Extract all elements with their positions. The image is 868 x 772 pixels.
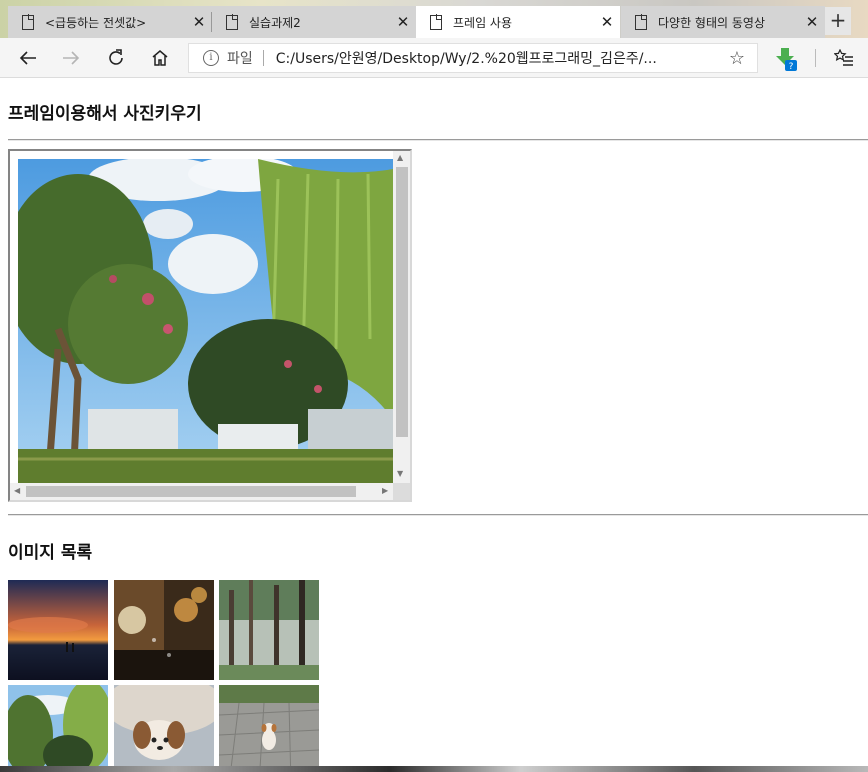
scroll-up-icon[interactable]: ▲ xyxy=(397,153,403,162)
tab-title: 다양한 형태의 동영상 xyxy=(658,15,765,30)
favorites-list-icon xyxy=(834,49,853,66)
address-bar[interactable]: i 파일 C:/Users/안원영/Desktop/Wy/2.%20웹프로그래밍… xyxy=(188,43,758,73)
thumbnail-rainy-window[interactable] xyxy=(114,580,214,680)
scroll-down-icon[interactable]: ▼ xyxy=(397,469,403,478)
back-button[interactable] xyxy=(8,38,48,78)
image-frame[interactable]: ▲ ▼ ◀ ▶ xyxy=(8,149,412,502)
toolbar-divider xyxy=(815,49,816,67)
scrollbar-corner xyxy=(393,483,410,500)
desktop-background-strip xyxy=(0,766,868,772)
close-icon[interactable]: ✕ xyxy=(594,13,620,31)
thumbnail-sunset[interactable] xyxy=(8,580,108,680)
frame-heading: 프레임이용해서 사진키우기 xyxy=(8,104,202,124)
close-icon[interactable]: ✕ xyxy=(390,13,416,31)
address-url[interactable]: C:/Users/안원영/Desktop/Wy/2.%20웹프로그래밍_김은주/… xyxy=(276,48,717,68)
page-icon xyxy=(430,14,443,30)
page-icon xyxy=(226,14,239,30)
favorites-button[interactable] xyxy=(828,38,860,78)
tab-title: 프레임 사용 xyxy=(453,15,513,30)
download-extension-icon: ? xyxy=(776,48,797,72)
tab-2[interactable]: 실습과제2 ✕ xyxy=(212,6,416,38)
scroll-left-icon[interactable]: ◀ xyxy=(14,486,20,495)
refresh-icon xyxy=(109,49,123,65)
arrow-right-icon xyxy=(63,51,80,65)
address-divider xyxy=(262,50,264,66)
thumbnail-puppy-pavement[interactable] xyxy=(219,685,319,772)
extension-button[interactable]: ? xyxy=(773,46,801,72)
home-icon xyxy=(152,50,168,66)
image-list-heading: 이미지 목록 xyxy=(8,543,93,563)
tab-3-active[interactable]: 프레임 사용 ✕ xyxy=(416,6,620,38)
enlarged-photo xyxy=(18,159,393,484)
vertical-scrollbar[interactable]: ▲ ▼ xyxy=(393,151,410,484)
thumbnail-forest[interactable] xyxy=(219,580,319,680)
page-icon xyxy=(22,14,35,30)
tab-title: 실습과제2 xyxy=(249,15,301,30)
address-scheme: 파일 xyxy=(227,51,253,67)
scrollbar-thumb[interactable] xyxy=(26,486,356,497)
refresh-button[interactable] xyxy=(96,38,136,78)
browser-toolbar: i 파일 C:/Users/안원영/Desktop/Wy/2.%20웹프로그래밍… xyxy=(0,38,868,78)
thumbnail-puppy-blanket[interactable] xyxy=(114,685,214,772)
new-tab-button[interactable]: + xyxy=(825,7,851,35)
horizontal-rule xyxy=(8,514,868,516)
arrow-left-icon xyxy=(19,51,36,65)
scroll-right-icon[interactable]: ▶ xyxy=(382,486,388,495)
home-button[interactable] xyxy=(140,38,180,78)
page-icon xyxy=(635,14,648,30)
scrollbar-thumb[interactable] xyxy=(396,167,408,437)
extension-badge: ? xyxy=(789,62,794,72)
forward-button[interactable] xyxy=(51,38,91,78)
close-icon[interactable]: ✕ xyxy=(799,13,825,31)
thumbnail-park[interactable] xyxy=(8,685,108,772)
favorite-star-icon[interactable]: ☆ xyxy=(717,48,757,69)
tab-strip: <급등하는 전셋값> ✕ 실습과제2 ✕ 프레임 사용 ✕ 다양한 형태의 동영… xyxy=(0,0,868,38)
info-icon[interactable]: i xyxy=(203,50,219,66)
tab-1[interactable]: <급등하는 전셋값> ✕ xyxy=(8,6,212,38)
close-icon[interactable]: ✕ xyxy=(186,13,212,31)
tab-4[interactable]: 다양한 형태의 동영상 ✕ xyxy=(621,6,825,38)
horizontal-scrollbar[interactable]: ◀ ▶ xyxy=(10,483,393,500)
tab-title: <급등하는 전셋값> xyxy=(45,15,147,30)
horizontal-rule xyxy=(8,139,868,141)
